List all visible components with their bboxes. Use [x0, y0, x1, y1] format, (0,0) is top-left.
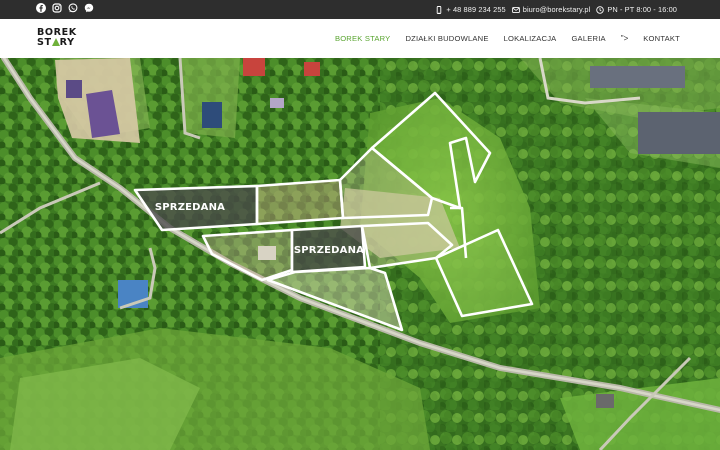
nav-more-toggle[interactable]: ">: [621, 34, 629, 43]
house-roof: [304, 62, 320, 76]
phone-number: + 48 889 234 255: [446, 5, 506, 14]
envelope-icon: [511, 6, 520, 13]
whatsapp-icon[interactable]: [68, 3, 78, 13]
house-roof: [66, 80, 82, 98]
top-bar: + 48 889 234 255 biuro@borekstary.pl PN …: [0, 0, 720, 19]
site-logo[interactable]: BOREK ST RY: [37, 28, 81, 50]
house-roof: [270, 98, 284, 108]
logo-triangle-icon: [51, 38, 60, 48]
email-address: biuro@borekstary.pl: [522, 5, 591, 14]
contact-info: + 48 889 234 255 biuro@borekstary.pl PN …: [435, 0, 677, 19]
main-nav: BOREK STARY DZIAŁKI BUDOWLANE LOKALIZACJ…: [335, 19, 680, 58]
house-roof: [258, 246, 276, 260]
manor-roof: [638, 112, 720, 154]
logo-line-2a: ST: [37, 37, 52, 48]
instagram-icon[interactable]: [52, 3, 62, 13]
logo-line-2b: RY: [59, 37, 75, 48]
clock-icon: [596, 5, 605, 14]
phone-contact[interactable]: + 48 889 234 255: [435, 5, 506, 14]
plot-sold-label-2: SPRZEDANA: [294, 245, 364, 256]
house-roof: [596, 394, 614, 408]
logo-line-2: ST RY: [37, 38, 81, 48]
house-roof: [243, 58, 265, 76]
nav-item-dzialki-budowlane[interactable]: DZIAŁKI BUDOWLANE: [405, 34, 488, 43]
facebook-icon[interactable]: [36, 3, 46, 13]
site-header: BOREK ST RY BOREK STARY DZIAŁKI BUDOWLANE…: [0, 19, 720, 58]
nav-item-lokalizacja[interactable]: LOKALIZACJA: [504, 34, 557, 43]
opening-hours: PN - PT 8:00 - 16:00: [596, 5, 677, 14]
messenger-icon[interactable]: [84, 3, 94, 13]
nav-item-borek-stary[interactable]: BOREK STARY: [335, 34, 391, 43]
nav-item-kontakt[interactable]: KONTAKT: [643, 34, 680, 43]
hero-aerial-map: SPRZEDANA SPRZEDANA: [0, 58, 720, 450]
house-roof: [202, 102, 222, 128]
manor-roof: [590, 66, 685, 88]
nav-item-galeria[interactable]: GALERIA: [571, 34, 605, 43]
hours-text: PN - PT 8:00 - 16:00: [607, 5, 677, 14]
plot-sold-label-1: SPRZEDANA: [155, 202, 225, 213]
aerial-photo: SPRZEDANA SPRZEDANA: [0, 58, 720, 450]
plot-2[interactable]: [255, 178, 345, 226]
email-contact[interactable]: biuro@borekstary.pl: [511, 5, 591, 14]
phone-icon: [437, 5, 442, 14]
social-links: [36, 3, 94, 13]
